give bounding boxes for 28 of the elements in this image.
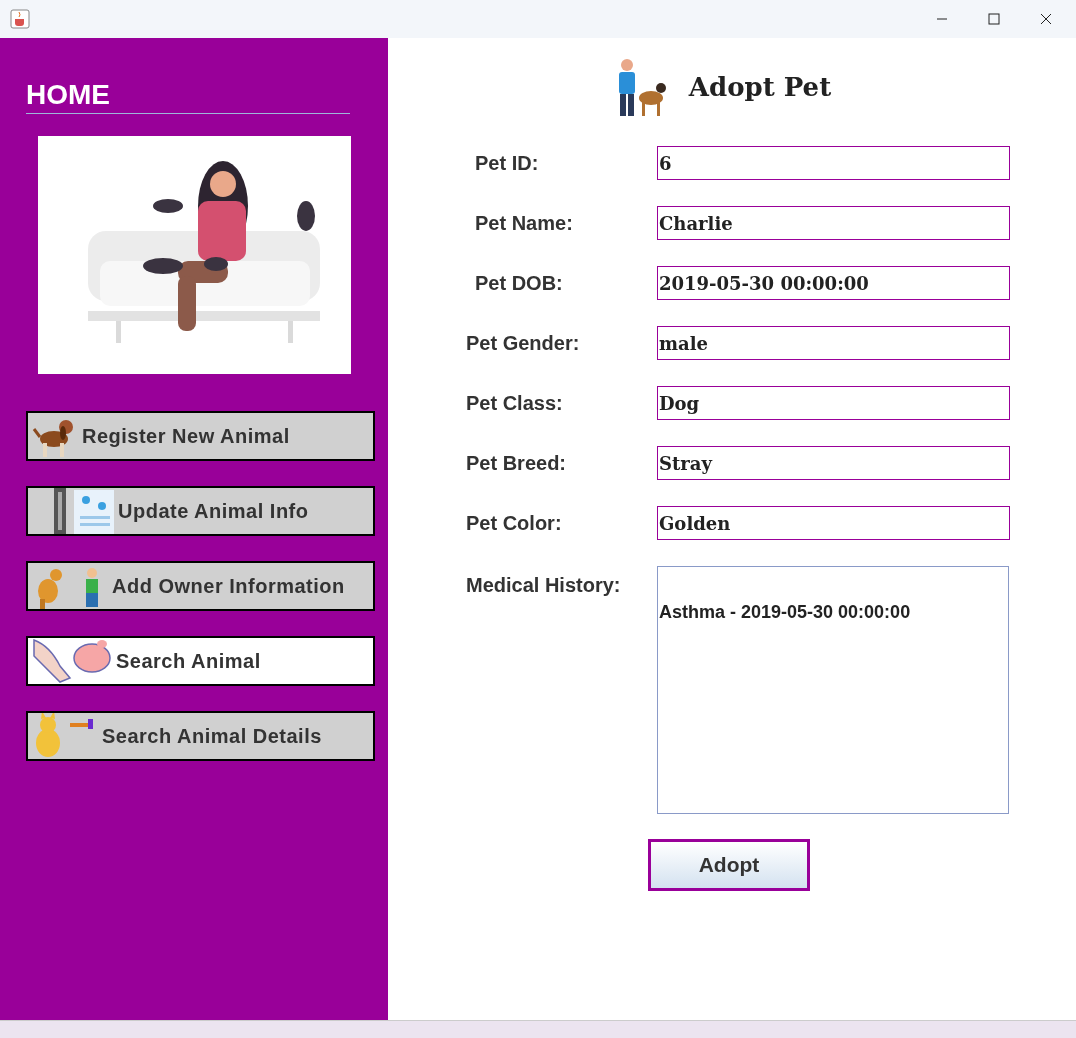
nav-button[interactable]: Register New Animal (26, 411, 375, 461)
nav-button[interactable]: Search Animal Details (26, 711, 375, 761)
field-label: Pet Name: (475, 211, 574, 236)
sidebar-title: HOME (26, 78, 350, 114)
nav-button[interactable]: Update Animal Info (26, 486, 375, 536)
field-label: Pet Gender: (466, 331, 581, 356)
nav-button[interactable]: Search Animal (26, 636, 375, 686)
field-label: Pet Color: (466, 511, 563, 536)
close-icon[interactable] (1040, 13, 1052, 25)
text-field[interactable]: Stray (657, 446, 1010, 480)
hand-and-pig-icon (30, 636, 114, 686)
text-field[interactable]: 6 (657, 146, 1010, 180)
field-label: Pet Breed: (466, 451, 568, 476)
field-label: Pet DOB: (475, 271, 564, 296)
field-label: Medical History: (466, 573, 622, 598)
maximize-icon[interactable] (988, 13, 1000, 25)
text-field[interactable]: 2019-05-30 00:00:00 (657, 266, 1010, 300)
field-label: Pet ID: (475, 151, 540, 176)
nav-button[interactable]: Add Owner Information (26, 561, 375, 611)
adopt-button[interactable]: Adopt (648, 839, 810, 891)
field-label: Pet Class: (466, 391, 564, 416)
text-field[interactable]: Charlie (657, 206, 1010, 240)
text-field[interactable]: Dog (657, 386, 1010, 420)
text-area[interactable]: Asthma - 2019-05-30 00:00:00 (657, 566, 1009, 814)
text-field[interactable]: male (657, 326, 1010, 360)
text-field[interactable]: Golden (657, 506, 1010, 540)
page-title: Adopt Pet (688, 70, 832, 104)
java-cup-icon (10, 9, 30, 29)
